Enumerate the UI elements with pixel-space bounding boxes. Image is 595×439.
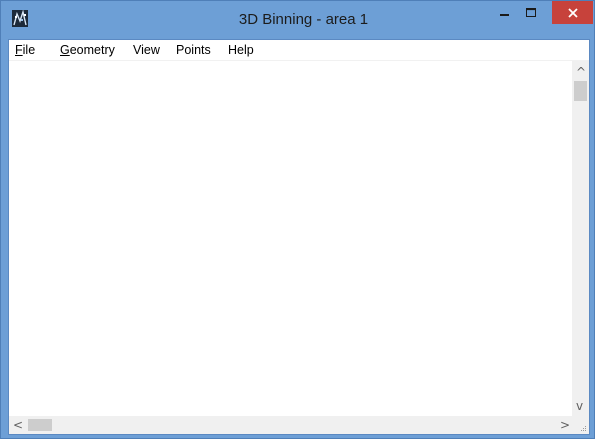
title-bar[interactable]: 3D Binning - area 1 [1, 1, 594, 39]
menu-file[interactable]: File [15, 43, 35, 57]
minimize-button[interactable] [492, 1, 518, 24]
vertical-scroll-thumb[interactable] [574, 81, 587, 101]
menu-view[interactable]: View [133, 43, 160, 57]
client-area: File Geometry View Points Help ^ v < > [8, 39, 590, 435]
drawing-canvas[interactable] [9, 61, 572, 416]
menu-help[interactable]: Help [228, 43, 254, 57]
scroll-down-arrow-icon[interactable]: v [576, 400, 583, 412]
horizontal-scrollbar[interactable]: < > [9, 416, 572, 434]
resize-grip-icon [581, 426, 586, 431]
app-window: 3D Binning - area 1 File Geometry View P… [0, 0, 595, 439]
menu-geometry[interactable]: Geometry [60, 43, 115, 57]
scroll-up-arrow-icon[interactable]: ^ [576, 66, 586, 78]
scroll-left-arrow-icon[interactable]: < [13, 419, 23, 431]
close-button[interactable] [552, 1, 593, 24]
minimize-icon [500, 13, 509, 16]
vertical-scrollbar[interactable]: ^ v [572, 61, 589, 416]
menu-bar: File Geometry View Points Help [9, 40, 589, 61]
maximize-button[interactable] [518, 1, 545, 24]
horizontal-scroll-thumb[interactable] [28, 419, 52, 431]
scroll-right-arrow-icon[interactable]: > [560, 419, 570, 431]
size-grip[interactable] [572, 416, 589, 434]
maximize-icon [526, 7, 536, 17]
menu-points[interactable]: Points [176, 43, 211, 57]
close-icon [567, 7, 578, 18]
